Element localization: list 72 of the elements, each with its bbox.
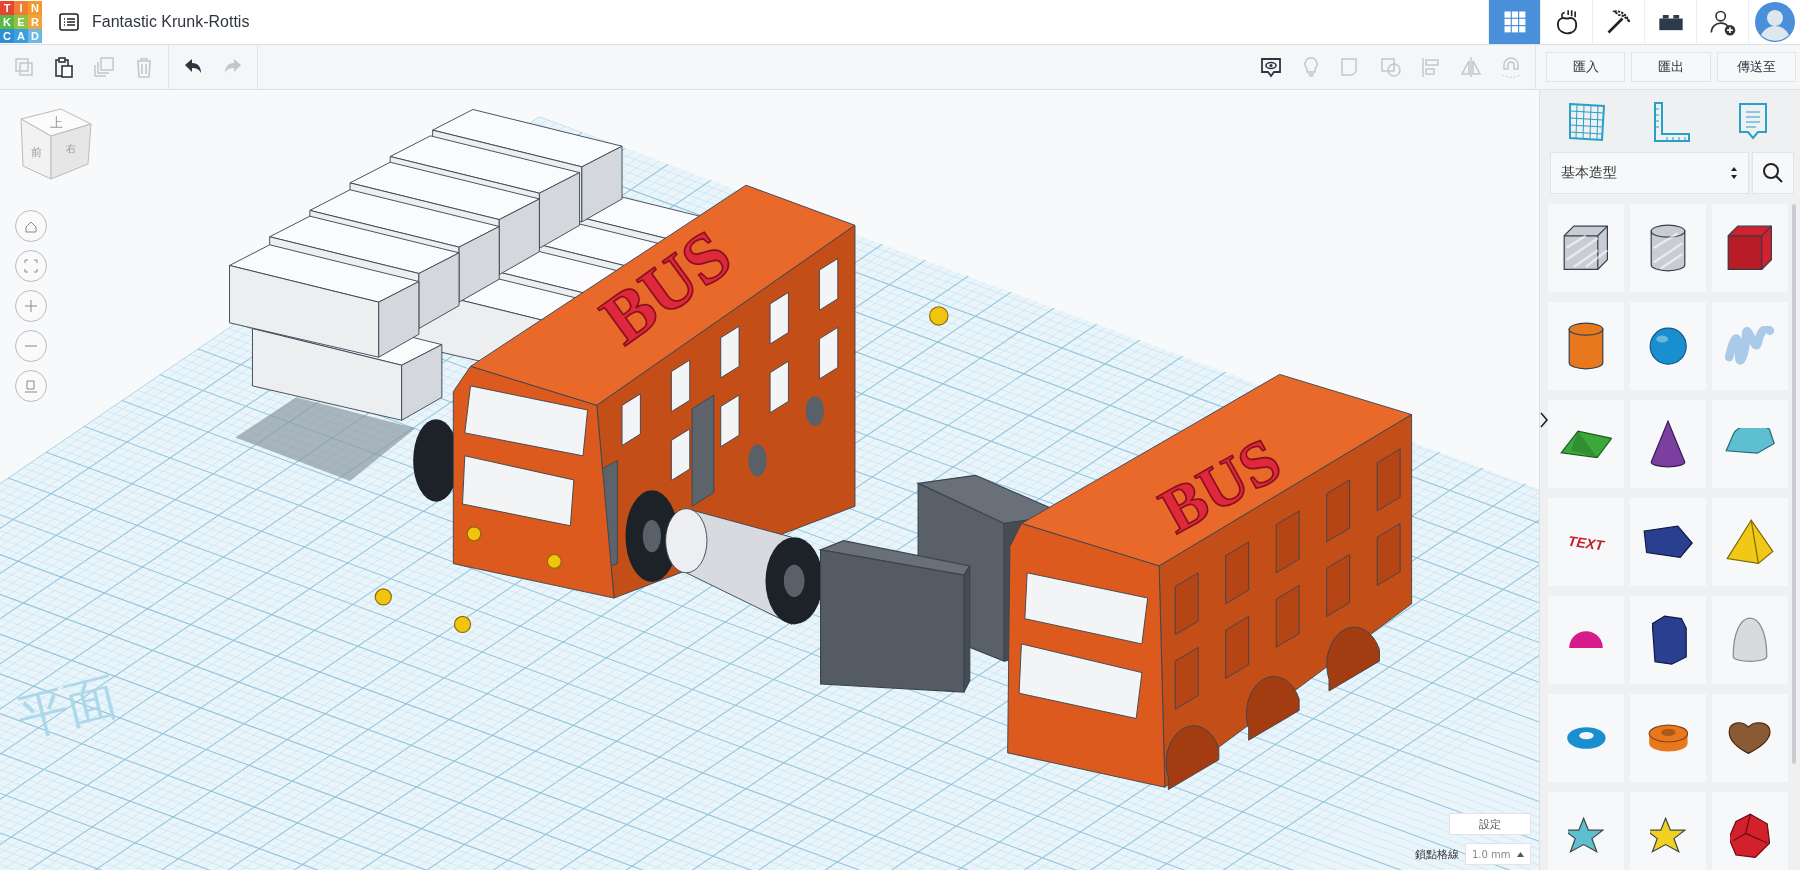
shape-tile[interactable]: TEXT bbox=[1548, 498, 1624, 586]
snap-grid-label: 鎖點格線 bbox=[1415, 846, 1459, 862]
shape-tile[interactable] bbox=[1630, 792, 1706, 870]
settings-button[interactable]: 設定 bbox=[1449, 813, 1531, 835]
category-dropdown[interactable]: 基本造型 bbox=[1550, 152, 1749, 194]
shape-tile[interactable] bbox=[1630, 498, 1706, 586]
logo-letter: E bbox=[14, 15, 28, 29]
action-button[interactable]: 匯出 bbox=[1631, 52, 1711, 82]
zoom-in-button[interactable] bbox=[15, 290, 47, 322]
duplicate-icon bbox=[92, 55, 116, 79]
logo-letter: A bbox=[14, 29, 28, 43]
text-shape-lettering: TEXT bbox=[1567, 532, 1605, 554]
fit-icon bbox=[23, 258, 39, 274]
shape-tile[interactable] bbox=[1712, 400, 1788, 488]
shape-tile[interactable] bbox=[1548, 302, 1624, 390]
logo-letter: K bbox=[0, 15, 14, 29]
cube-face-label: 右 bbox=[66, 143, 76, 154]
logo-letter: R bbox=[28, 15, 42, 29]
shape-tile[interactable] bbox=[1630, 204, 1706, 292]
workplane-label: 平面 bbox=[11, 665, 123, 748]
notes-icon bbox=[1259, 55, 1283, 79]
shape-tile[interactable] bbox=[1548, 400, 1624, 488]
search-icon bbox=[1761, 161, 1785, 185]
action-button[interactable]: 傳送至 bbox=[1716, 52, 1796, 82]
bus-lettering: BUS bbox=[587, 214, 745, 359]
shape-tile[interactable] bbox=[1712, 694, 1788, 782]
shape-tile[interactable] bbox=[1712, 204, 1788, 292]
snap-grid-dropdown[interactable]: 1.0 mm bbox=[1465, 843, 1531, 865]
shape-tile[interactable] bbox=[1630, 596, 1706, 684]
shape-tile[interactable] bbox=[1548, 694, 1624, 782]
search-button[interactable] bbox=[1752, 152, 1794, 194]
copy-icon bbox=[12, 55, 36, 79]
shape-tile[interactable] bbox=[1548, 204, 1624, 292]
ortho-icon bbox=[23, 378, 39, 394]
mirror-icon bbox=[1459, 55, 1483, 79]
shape-tile[interactable] bbox=[1630, 302, 1706, 390]
ortho-button[interactable] bbox=[15, 370, 47, 402]
menu-icon[interactable] bbox=[58, 11, 80, 33]
avatar-icon bbox=[1754, 2, 1795, 42]
magnet-icon bbox=[1499, 55, 1523, 79]
shape-tile[interactable] bbox=[1630, 694, 1706, 782]
shape-tile[interactable] bbox=[1548, 596, 1624, 684]
zoom-in-icon bbox=[23, 298, 39, 314]
shape-tile[interactable] bbox=[1712, 498, 1788, 586]
caret-icon bbox=[1517, 851, 1524, 857]
cube-face-label: 前 bbox=[30, 146, 42, 159]
action-button[interactable]: 匯入 bbox=[1546, 52, 1626, 82]
logo-letter: N bbox=[28, 1, 42, 15]
sphere-model-drawing bbox=[453, 615, 472, 634]
up-down-caret-icon bbox=[1730, 166, 1738, 180]
scrollbar[interactable] bbox=[1792, 204, 1796, 764]
shape-tile[interactable] bbox=[1630, 400, 1706, 488]
shape-tile[interactable] bbox=[1712, 596, 1788, 684]
zoom-out-button[interactable] bbox=[15, 330, 47, 362]
logo-letter: C bbox=[0, 29, 14, 43]
add-user-icon bbox=[1708, 8, 1737, 36]
hole-icon bbox=[1379, 55, 1403, 79]
logo-letter: T bbox=[0, 1, 14, 15]
paste-icon bbox=[52, 55, 76, 79]
cube-face-label: 上 bbox=[49, 115, 63, 130]
shape-tile[interactable] bbox=[1712, 302, 1788, 390]
shape-tile[interactable] bbox=[1548, 792, 1624, 870]
sphere-model-drawing bbox=[929, 306, 949, 326]
logo-letter: I bbox=[14, 1, 28, 15]
sphere-model-drawing bbox=[374, 588, 392, 606]
home-button[interactable] bbox=[15, 210, 47, 242]
shape-tile[interactable] bbox=[1712, 792, 1788, 870]
bus-lettering: BUS bbox=[1148, 424, 1293, 547]
collapse-chevron-icon[interactable] bbox=[1540, 410, 1549, 430]
fit-button[interactable] bbox=[15, 250, 47, 282]
project-title: Fantastic Krunk-Rottis bbox=[92, 13, 251, 31]
logo-letter: D bbox=[28, 29, 42, 43]
